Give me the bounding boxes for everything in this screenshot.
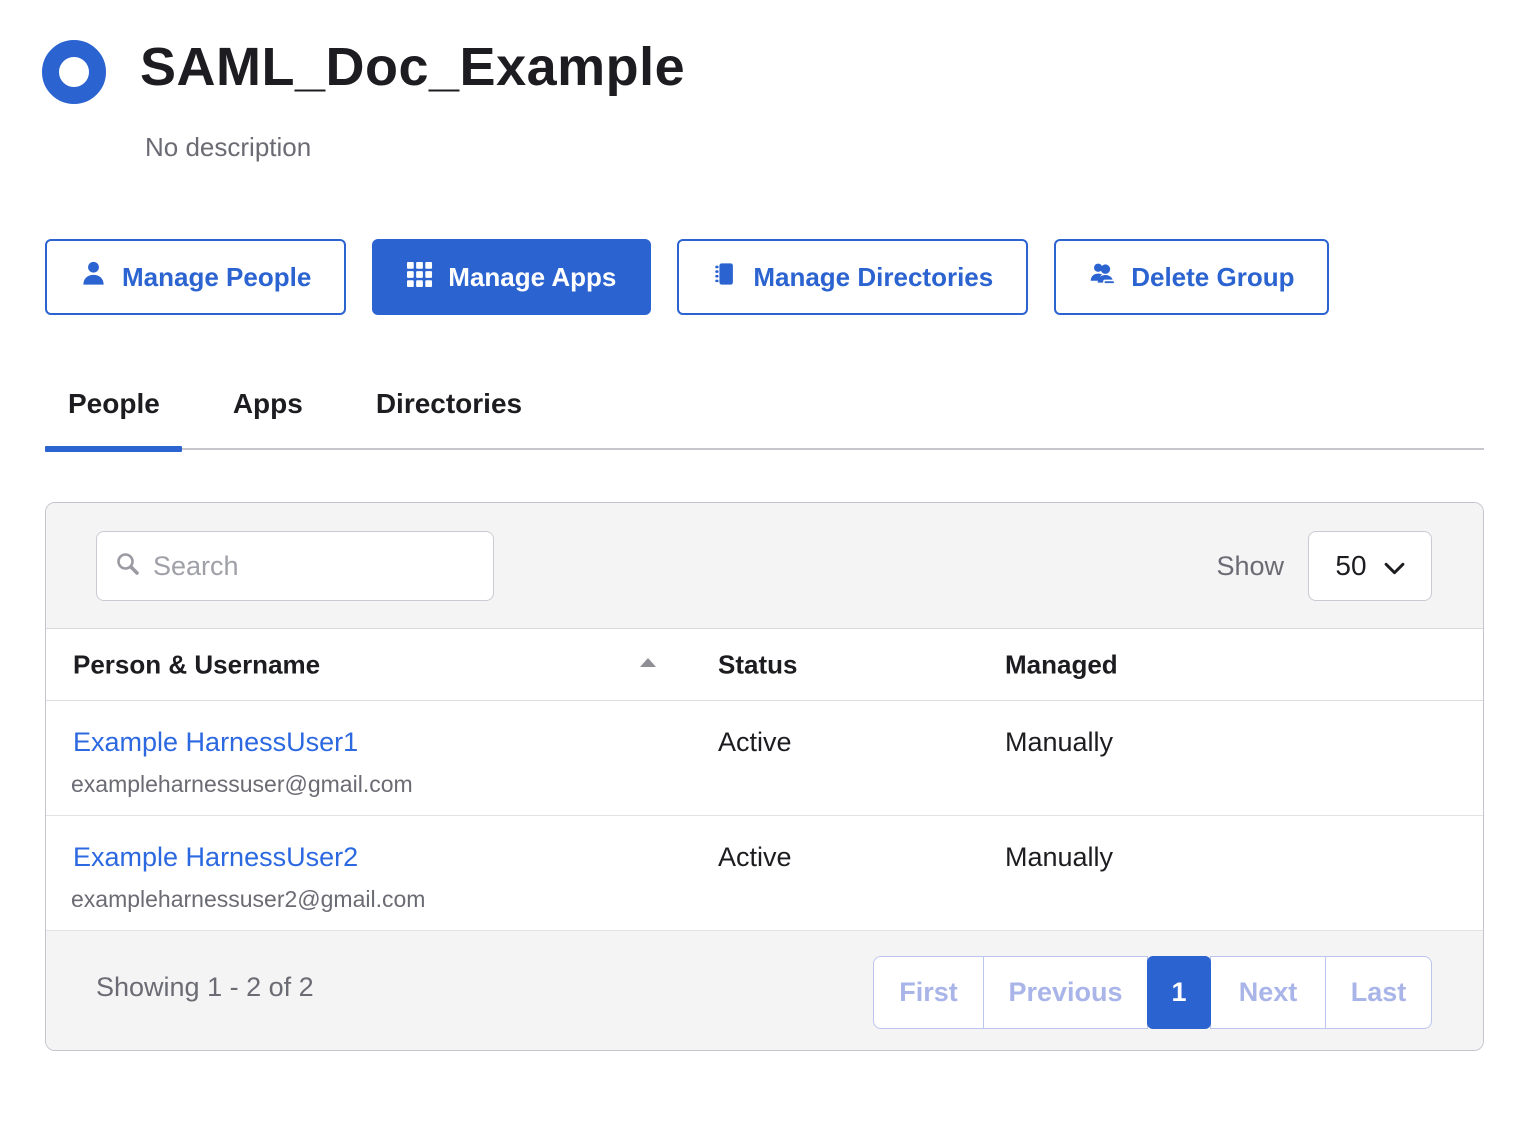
page-size-control: Show 50 bbox=[1216, 531, 1432, 601]
delete-group-label: Delete Group bbox=[1131, 262, 1294, 293]
table-row: Example HarnessUser1 exampleharnessuser@… bbox=[46, 701, 1483, 816]
manage-directories-button[interactable]: Manage Directories bbox=[677, 239, 1028, 315]
show-label: Show bbox=[1216, 551, 1284, 582]
table-header-row: Person & Username Status Managed bbox=[46, 629, 1483, 701]
person-status: Active bbox=[718, 727, 792, 758]
directory-book-icon bbox=[712, 261, 738, 294]
page-title: SAML_Doc_Example bbox=[140, 36, 685, 98]
person-status: Active bbox=[718, 842, 792, 873]
page-size-select[interactable]: 50 bbox=[1308, 531, 1432, 601]
search-box bbox=[96, 531, 494, 601]
column-header-status: Status bbox=[718, 649, 797, 680]
manage-apps-button[interactable]: Manage Apps bbox=[372, 239, 651, 315]
search-input[interactable] bbox=[151, 550, 475, 583]
person-name-link[interactable]: Example HarnessUser2 bbox=[73, 842, 358, 873]
person-name-link[interactable]: Example HarnessUser1 bbox=[73, 727, 358, 758]
table-footer: Showing 1 - 2 of 2 First Previous 1 Next… bbox=[46, 931, 1483, 1050]
delete-group-button[interactable]: Delete Group bbox=[1054, 239, 1329, 315]
pagination-last-button[interactable]: Last bbox=[1325, 956, 1432, 1029]
person-username: exampleharnessuser@gmail.com bbox=[71, 771, 413, 798]
table-toolbar: Show 50 bbox=[46, 503, 1483, 629]
pagination: First Previous 1 Next Last bbox=[873, 956, 1432, 1029]
action-button-row: Manage People Manage Apps bbox=[45, 239, 1329, 315]
pagination-next-button[interactable]: Next bbox=[1210, 956, 1326, 1029]
column-header-person[interactable]: Person & Username bbox=[73, 649, 320, 680]
person-managed: Manually bbox=[1005, 727, 1113, 758]
group-description: No description bbox=[145, 132, 311, 163]
manage-people-button[interactable]: Manage People bbox=[45, 239, 346, 315]
people-remove-icon bbox=[1089, 260, 1116, 294]
sort-ascending-icon bbox=[640, 658, 656, 667]
active-tab-indicator bbox=[45, 446, 182, 452]
pagination-current-page[interactable]: 1 bbox=[1147, 956, 1211, 1029]
tab-apps[interactable]: Apps bbox=[233, 388, 303, 420]
page-size-value: 50 bbox=[1335, 550, 1366, 582]
chevron-down-icon bbox=[1384, 550, 1405, 582]
manage-directories-label: Manage Directories bbox=[753, 262, 993, 293]
search-icon bbox=[115, 551, 141, 582]
person-managed: Manually bbox=[1005, 842, 1113, 873]
person-username: exampleharnessuser2@gmail.com bbox=[71, 886, 425, 913]
tab-people[interactable]: People bbox=[68, 388, 160, 420]
people-table-panel: Show 50 Person & Username Status Managed… bbox=[45, 502, 1484, 1051]
group-logo-icon bbox=[42, 40, 106, 104]
manage-apps-label: Manage Apps bbox=[448, 262, 616, 293]
tab-directories[interactable]: Directories bbox=[376, 388, 522, 420]
tab-bar: People Apps Directories bbox=[68, 388, 522, 420]
person-icon bbox=[80, 260, 107, 294]
pagination-previous-button[interactable]: Previous bbox=[983, 956, 1148, 1029]
results-summary: Showing 1 - 2 of 2 bbox=[96, 972, 314, 1003]
column-header-managed: Managed bbox=[1005, 649, 1118, 680]
group-detail-page: SAML_Doc_Example No description Manage P… bbox=[0, 0, 1520, 1121]
manage-people-label: Manage People bbox=[122, 262, 311, 293]
table-row: Example HarnessUser2 exampleharnessuser2… bbox=[46, 816, 1483, 931]
apps-grid-icon bbox=[407, 261, 433, 294]
pagination-first-button[interactable]: First bbox=[873, 956, 984, 1029]
tab-divider bbox=[45, 448, 1484, 450]
